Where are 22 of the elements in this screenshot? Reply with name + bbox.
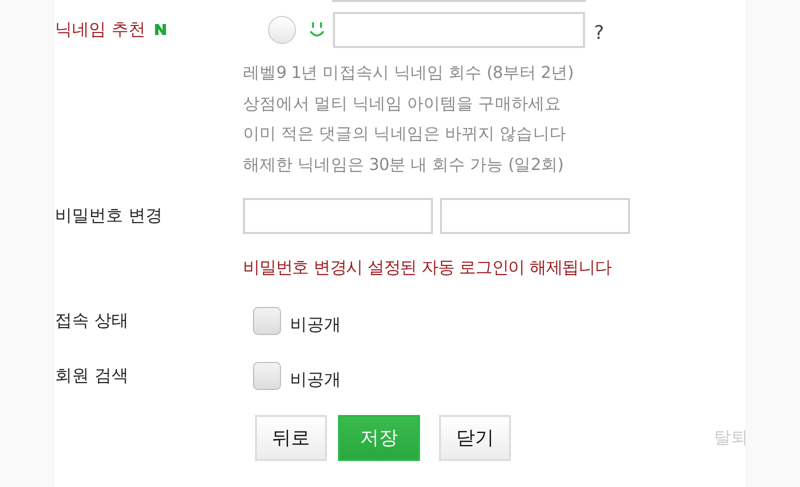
radio-button[interactable] bbox=[268, 16, 296, 44]
help-note: 해제한 닉네임은 30분 내 회수 가능 (일2회) bbox=[243, 154, 564, 176]
warning-text: 비밀번호 변경시 설정된 자동 로그인이 해제됩니다 bbox=[243, 256, 612, 279]
help-mark[interactable]: ? bbox=[594, 22, 604, 44]
field-label: 접속 상태 bbox=[55, 310, 130, 332]
n-letter-icon bbox=[155, 24, 166, 35]
help-note: 레벨9 1년 미접속시 닉네임 회수 (8부터 2년) bbox=[243, 62, 575, 84]
help-note: 이미 적은 댓글의 닉네임은 바뀌지 않습니다 bbox=[243, 123, 568, 146]
password-field[interactable] bbox=[243, 198, 433, 234]
checkbox-label: 비공개 bbox=[290, 368, 341, 391]
smile-icon bbox=[310, 22, 324, 38]
checkbox[interactable] bbox=[253, 307, 281, 336]
checkbox[interactable] bbox=[253, 362, 281, 390]
action-button[interactable]: 닫기 bbox=[439, 414, 511, 461]
field-label: 회원 검색 bbox=[55, 364, 130, 387]
field-label: 닉네임 추천 bbox=[55, 19, 146, 41]
nickname-field[interactable] bbox=[333, 12, 585, 48]
help-note: 상점에서 멀티 닉네임 아이템을 구매하세요 bbox=[243, 92, 562, 115]
action-button[interactable]: 뒤로 bbox=[255, 414, 327, 461]
field-label: 비밀번호 변경 bbox=[55, 204, 164, 227]
checkbox-label: 비공개 bbox=[290, 314, 341, 336]
password-confirm-field[interactable] bbox=[440, 198, 630, 234]
